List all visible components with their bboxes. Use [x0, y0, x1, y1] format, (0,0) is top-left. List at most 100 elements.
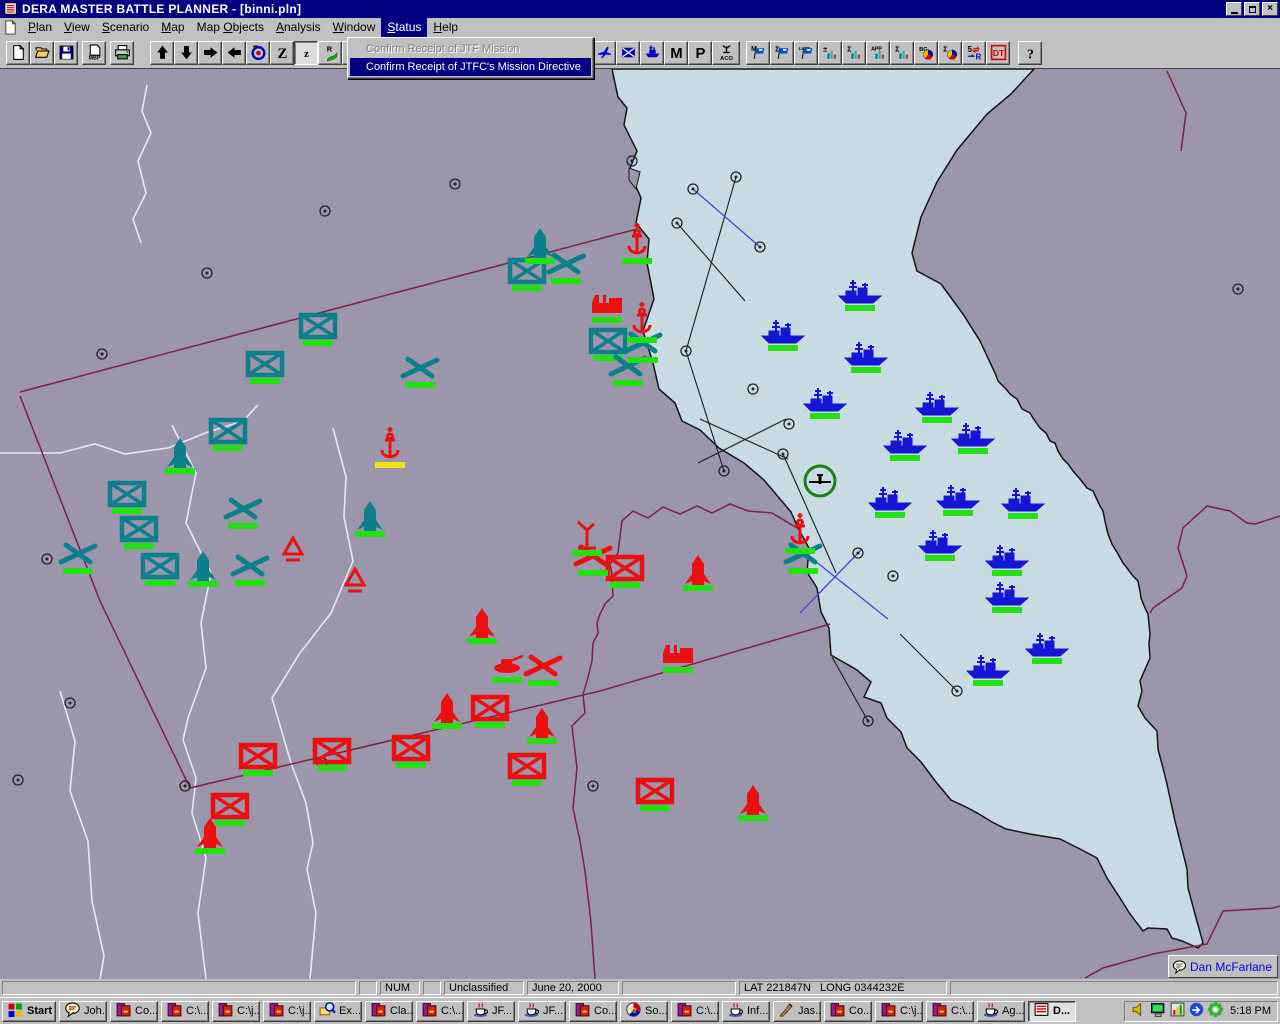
save-plan-button[interactable] — [54, 41, 78, 65]
zoom-in-button[interactable]: Z — [270, 41, 294, 65]
p-mode-button[interactable]: P — [688, 41, 712, 65]
help-icon: ? — [1022, 44, 1039, 61]
document-icon[interactable] — [3, 20, 18, 35]
menu-item-confirm-jtf-mission[interactable]: Confirm Receipt of JTF Mission — [350, 40, 591, 58]
svg-text:MBP: MBP — [88, 55, 100, 61]
r5-transfer-icon: 5R — [966, 44, 983, 61]
help-button[interactable]: ? — [1018, 41, 1042, 65]
taskbar-window-6[interactable]: Ex... — [314, 1001, 362, 1022]
close-button[interactable]: × — [1262, 2, 1278, 16]
menu-plan[interactable]: Plan — [22, 18, 58, 37]
lltr-flag-button[interactable]: LLTR — [794, 41, 818, 65]
menu-item-confirm-jtfc-directive[interactable]: Confirm Receipt of JTFC's Mission Direct… — [350, 58, 591, 76]
taskbar-window-20[interactable]: D... — [1028, 1001, 1076, 1022]
menu-bar: PlanViewScenarioMapMap ObjectsAnalysisWi… — [0, 18, 1280, 37]
paint-icon — [778, 1001, 795, 1021]
app-chart-button[interactable]: APP — [866, 41, 890, 65]
dera-app-icon — [1033, 1001, 1050, 1021]
taskbar-window-14[interactable]: Inf... — [722, 1001, 770, 1022]
window-title: DERA MASTER BATTLE PLANNER - [binni.pln] — [22, 2, 301, 16]
pan-down-button[interactable] — [174, 41, 198, 65]
mbp-app-icon — [217, 1001, 234, 1021]
dt-button[interactable]: DT — [986, 41, 1010, 65]
status-fill-panel — [950, 981, 1278, 995]
dt-red-icon: DT — [990, 44, 1007, 61]
taskbar-window-13[interactable]: C:\... — [671, 1001, 719, 1022]
bg-pie-button[interactable]: BG — [914, 41, 938, 65]
m-mode-button[interactable]: M — [664, 41, 688, 65]
pm-chart-icon: ± — [822, 44, 839, 61]
menu-map[interactable]: Map — [155, 18, 190, 37]
sigma-pie-button[interactable]: Σ — [938, 41, 962, 65]
taskbar-window-18[interactable]: C:\... — [926, 1001, 974, 1022]
map-area[interactable] — [0, 68, 1280, 979]
msg-blue-icon[interactable] — [1188, 1001, 1205, 1021]
m-flag-icon: M — [750, 44, 767, 61]
pan-right-button[interactable] — [198, 41, 222, 65]
mbp-document-button[interactable]: MBP — [82, 41, 106, 65]
taskbar-window-7[interactable]: Cla... — [365, 1001, 413, 1022]
taskbar-window-10[interactable]: JF... — [518, 1001, 566, 1022]
taskbar-window-17[interactable]: C:\j... — [875, 1001, 923, 1022]
print-button[interactable] — [110, 41, 134, 65]
speaker-icon[interactable] — [1131, 1001, 1148, 1021]
start-button[interactable]: Start — [2, 1001, 56, 1022]
menu-analysis[interactable]: Analysis — [270, 18, 327, 37]
menu-help[interactable]: Help — [427, 18, 464, 37]
mbp-app-icon — [931, 1001, 948, 1021]
mbp-app-icon — [829, 1001, 846, 1021]
menu-status[interactable]: Status — [381, 18, 427, 37]
taskbar-window-12[interactable]: 32So... — [620, 1001, 668, 1022]
menu-scenario[interactable]: Scenario — [96, 18, 155, 37]
taskbar-window-5[interactable]: C:\j... — [263, 1001, 311, 1022]
icq-flower-icon[interactable] — [1207, 1001, 1224, 1021]
plusminus-chart-button[interactable]: ± — [818, 41, 842, 65]
chat-bubble-icon — [1172, 959, 1187, 974]
aco-button[interactable]: ACO — [712, 41, 740, 65]
status-menu-dropdown: Confirm Receipt of JTF MissionConfirm Re… — [347, 37, 594, 79]
sigma-flag-button[interactable]: Σ — [770, 41, 794, 65]
taskbar-window-15[interactable]: Jas... — [773, 1001, 821, 1022]
zoom-out-button[interactable]: z — [294, 41, 318, 65]
svg-text:32: 32 — [629, 1007, 637, 1014]
taskbar-window-8[interactable]: C:\... — [416, 1001, 464, 1022]
windows-logo-icon — [7, 1001, 24, 1021]
message-button[interactable] — [616, 41, 640, 65]
taskbar-window-1[interactable]: Joh... — [59, 1001, 107, 1022]
mission-flag-button[interactable]: M — [746, 41, 770, 65]
arrow-right-icon — [202, 44, 219, 61]
air-units-button[interactable] — [592, 41, 616, 65]
svg-text:Z: Z — [277, 46, 287, 61]
sigma-chart-button[interactable]: Σ — [842, 41, 866, 65]
transfer-5r-button[interactable]: 5R — [962, 41, 986, 65]
numlock-panel: NUM — [380, 981, 420, 995]
gauge-icon[interactable] — [1169, 1001, 1186, 1021]
open-plan-button[interactable] — [30, 41, 54, 65]
display-icon[interactable] — [1150, 1001, 1167, 1021]
taskbar-window-19[interactable]: Ag... — [977, 1001, 1025, 1022]
taskbar-window-2[interactable]: Co... — [110, 1001, 158, 1022]
svg-text:R: R — [326, 44, 332, 53]
svg-text:DT: DT — [992, 48, 1004, 58]
coordinates-panel: LAT 221847N LONG 0344232E — [739, 981, 947, 995]
svg-text:±: ± — [823, 44, 827, 53]
status-bar: NUMUnclassifiedJune 20, 2000LAT 221847N … — [0, 979, 1280, 997]
taskbar-window-3[interactable]: C:\... — [161, 1001, 209, 1022]
pan-left-button[interactable] — [222, 41, 246, 65]
pan-up-button[interactable] — [150, 41, 174, 65]
restore-button[interactable] — [1244, 2, 1260, 16]
new-plan-button[interactable] — [6, 41, 30, 65]
minimize-button[interactable] — [1226, 2, 1242, 16]
taskbar-window-9[interactable]: JF... — [467, 1001, 515, 1022]
taskbar-window-4[interactable]: C:\j... — [212, 1001, 260, 1022]
menu-window[interactable]: Window — [327, 18, 382, 37]
naval-units-button[interactable] — [640, 41, 664, 65]
menu-view[interactable]: View — [58, 18, 96, 37]
menu-map-objects[interactable]: Map Objects — [191, 18, 270, 37]
sigma-chart-2-button[interactable]: Σ — [890, 41, 914, 65]
taskbar-window-11[interactable]: Co... — [569, 1001, 617, 1022]
center-target-button[interactable] — [246, 41, 270, 65]
map-canvas[interactable] — [0, 69, 1280, 980]
taskbar-window-16[interactable]: Co... — [824, 1001, 872, 1022]
redraw-flag-button[interactable]: R — [318, 41, 342, 65]
